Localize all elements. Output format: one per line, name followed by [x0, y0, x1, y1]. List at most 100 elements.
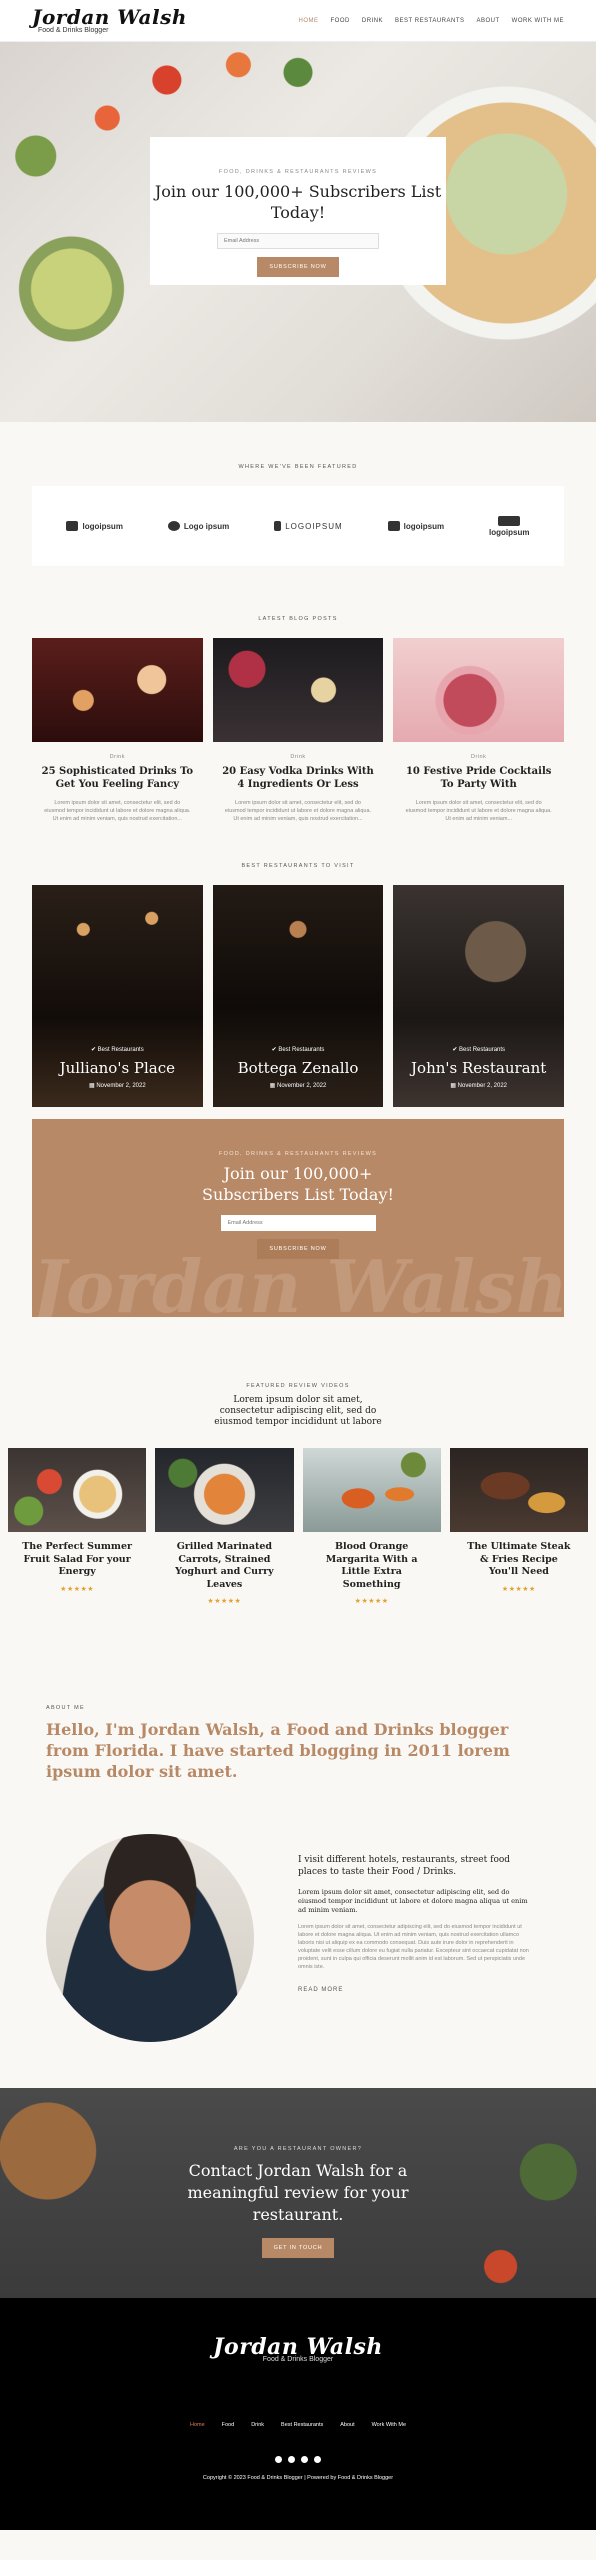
calendar-icon: ▦ — [269, 1083, 277, 1089]
footer-nav-drink[interactable]: Drink — [251, 2422, 264, 2428]
nav-work-with-me[interactable]: Work with me — [512, 18, 564, 24]
nav-food[interactable]: Food — [331, 18, 350, 24]
featured-section: Where we've been featured logoipsum Logo… — [0, 422, 596, 566]
video-card[interactable]: The Ultimate Steak & Fries Recipe You'll… — [449, 1448, 588, 1605]
post-title[interactable]: 10 Festive Pride Cocktails To Party With — [393, 765, 564, 791]
video-card[interactable]: Blood Orange Margarita With a Little Ext… — [302, 1448, 441, 1605]
site-logo[interactable]: Jordan Walsh Food & Drinks Blogger — [32, 7, 187, 34]
copyright-text: Copyright © 2023 Food & Drinks Blogger |… — [202, 2475, 394, 2481]
youtube-icon[interactable] — [275, 2456, 282, 2463]
post-title[interactable]: 25 Sophisticated Drinks To Get You Feeli… — [32, 765, 203, 791]
restaurant-name[interactable]: Julliano's Place — [32, 1059, 203, 1077]
footer-nav-best-restaurants[interactable]: Best Restaurants — [281, 2422, 323, 2428]
hero-title: Join our 100,000+ Subscribers List Today… — [154, 182, 442, 222]
restaurant-category[interactable]: ✔ Best Restaurants — [213, 1046, 384, 1053]
video-thumbnail[interactable] — [155, 1448, 294, 1532]
featured-logo: LOGOIPSUM — [274, 521, 342, 531]
footer-nav-about[interactable]: About — [340, 2422, 354, 2428]
main-nav: Home Food Drink Best Restaurants About W… — [299, 18, 564, 24]
restaurant-category[interactable]: ✔ Best Restaurants — [393, 1046, 564, 1053]
blog-image[interactable] — [212, 638, 384, 742]
video-thumbnail[interactable] — [302, 1448, 441, 1532]
footer-nav-food[interactable]: Food — [222, 2422, 235, 2428]
nav-home[interactable]: Home — [299, 18, 319, 24]
blog-card[interactable]: Drink 10 Festive Pride Cocktails To Part… — [393, 638, 565, 823]
facebook-icon[interactable] — [288, 2456, 295, 2463]
newsletter-eyebrow: Food, Drinks & Restaurants Reviews — [218, 1151, 378, 1157]
nav-drink[interactable]: Drink — [362, 18, 383, 24]
about-section: About Me Hello, I'm Jordan Walsh, a Food… — [0, 1605, 596, 2042]
blog-card[interactable]: Drink 25 Sophisticated Drinks To Get You… — [32, 638, 203, 823]
video-title[interactable]: The Ultimate Steak & Fries Recipe You'll… — [450, 1541, 588, 1579]
restaurant-card[interactable]: ✔ Best Restaurants Julliano's Place ▦ No… — [32, 885, 203, 1107]
video-title[interactable]: Grilled Marinated Carrots, Strained Yogh… — [155, 1541, 293, 1591]
video-card[interactable]: Grilled Marinated Carrots, Strained Yogh… — [155, 1448, 294, 1605]
post-excerpt: Lorem ipsum dolor sit amet, consectetur … — [44, 800, 191, 822]
featured-logo: Logo ipsum — [167, 521, 229, 531]
tag-icon: ✔ — [90, 1047, 98, 1053]
blog-image[interactable] — [393, 638, 565, 742]
blog-section: Latest Blog Posts Drink 25 Sophisticated… — [0, 566, 596, 823]
footer-logo[interactable]: Jordan Walsh Food & Drinks Blogger — [213, 2334, 383, 2363]
restaurant-date: ▦ November 2, 2022 — [450, 1083, 508, 1089]
restaurant-info: ✔ Best Restaurants Bottega Zenallo ▦ Nov… — [213, 1046, 384, 1089]
restaurant-card[interactable]: ✔ Best Restaurants John's Restaurant ▦ N… — [393, 885, 565, 1107]
read-more-link[interactable]: Read More — [298, 1987, 530, 1993]
about-content: I visit different hotels, restaurants, s… — [46, 1834, 550, 2042]
newsletter-title: Join our 100,000+ Subscribers List Today… — [202, 1164, 394, 1204]
about-bold-paragraph: Lorem ipsum dolor sit amet, consectetur … — [298, 1888, 528, 1914]
videos-subtitle: Lorem ipsum dolor sit amet, consectetur … — [214, 1395, 382, 1427]
logo-mark-icon — [274, 521, 282, 531]
about-text: I visit different hotels, restaurants, s… — [298, 1854, 530, 1993]
restaurant-date: ▦ November 2, 2022 — [269, 1083, 327, 1089]
rating-stars: ★★★★★ — [354, 1598, 389, 1605]
blog-image[interactable] — [32, 638, 203, 742]
site-header: Jordan Walsh Food & Drinks Blogger Home … — [0, 0, 596, 42]
footer-nav: Home Food Drink Best Restaurants About W… — [0, 2422, 596, 2428]
restaurant-date: ▦ November 2, 2022 — [88, 1083, 146, 1089]
blog-grid: Drink 25 Sophisticated Drinks To Get You… — [32, 638, 565, 823]
twitter-icon[interactable] — [314, 2456, 321, 2463]
post-category[interactable]: Drink — [32, 754, 203, 760]
logo-mark-icon — [498, 515, 521, 526]
nav-about[interactable]: About — [477, 18, 500, 24]
post-category[interactable]: Drink — [213, 754, 384, 760]
video-thumbnail[interactable] — [8, 1448, 147, 1532]
get-in-touch-button[interactable]: Get in Touch — [261, 2238, 335, 2258]
calendar-icon: ▦ — [450, 1083, 458, 1089]
footer-logo-text: Jordan Walsh — [213, 2334, 383, 2360]
about-headline: Hello, I'm Jordan Walsh, a Food and Drin… — [46, 1720, 510, 1781]
site-footer: Jordan Walsh Food & Drinks Blogger Home … — [0, 2298, 596, 2530]
footer-nav-work-with-me[interactable]: Work With Me — [372, 2422, 406, 2428]
rating-stars: ★★★★★ — [501, 1585, 536, 1593]
video-thumbnail[interactable] — [449, 1448, 588, 1532]
contact-eyebrow: Are you a restaurant owner? — [233, 2146, 363, 2152]
footer-nav-home[interactable]: Home — [190, 2422, 205, 2428]
restaurant-name[interactable]: John's Restaurant — [393, 1059, 564, 1077]
restaurant-category[interactable]: ✔ Best Restaurants — [32, 1046, 203, 1053]
newsletter-section: Jordan Walsh Food, Drinks & Restaurants … — [32, 1119, 564, 1317]
post-title[interactable]: 20 Easy Vodka Drinks With 4 Ingredients … — [213, 765, 384, 791]
blog-card[interactable]: Drink 20 Easy Vodka Drinks With 4 Ingred… — [212, 638, 384, 823]
video-title[interactable]: Blood Orange Margarita With a Little Ext… — [303, 1541, 441, 1591]
newsletter-subscribe-button[interactable]: Subscribe Now — [257, 1239, 339, 1259]
rating-stars: ★★★★★ — [60, 1585, 95, 1593]
nav-best-restaurants[interactable]: Best Restaurants — [395, 18, 464, 24]
hero-eyebrow: Food, Drinks & Restaurants Reviews — [218, 169, 378, 175]
rating-stars: ★★★★★ — [207, 1598, 242, 1605]
restaurant-name[interactable]: Bottega Zenallo — [213, 1059, 384, 1077]
hero-subscribe-button[interactable]: Subscribe Now — [257, 257, 339, 277]
restaurants-heading: Best Restaurants to Visit — [241, 863, 355, 869]
tag-icon: ✔ — [452, 1047, 460, 1053]
about-intro: I visit different hotels, restaurants, s… — [298, 1855, 511, 1877]
newsletter-email-input[interactable] — [220, 1215, 376, 1231]
instagram-icon[interactable] — [301, 2456, 308, 2463]
post-excerpt: Lorem ipsum dolor sit amet, consectetur … — [224, 800, 372, 822]
restaurant-card[interactable]: ✔ Best Restaurants Bottega Zenallo ▦ Nov… — [212, 885, 384, 1107]
post-category[interactable]: Drink — [393, 754, 564, 760]
hero-email-input[interactable] — [217, 233, 379, 249]
video-card[interactable]: The Perfect Summer Fruit Salad For your … — [8, 1448, 147, 1605]
video-title[interactable]: The Perfect Summer Fruit Salad For your … — [8, 1541, 146, 1579]
featured-logo: logoipsum — [66, 521, 123, 531]
about-paragraph: Lorem ipsum dolor sit amet, consectetur … — [298, 1924, 529, 1970]
